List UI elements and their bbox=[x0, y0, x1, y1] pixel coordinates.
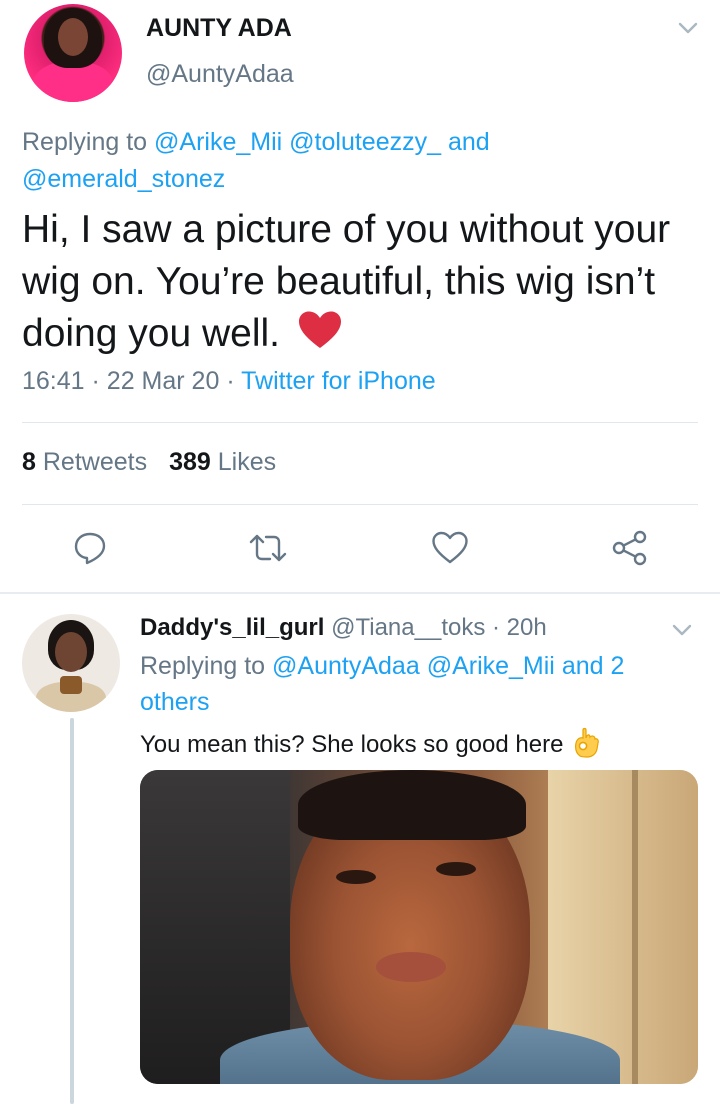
avatar[interactable] bbox=[22, 614, 120, 712]
divider bbox=[22, 422, 698, 423]
replying-to: Replying to @Arike_Mii @toluteezzy_ and … bbox=[22, 124, 582, 198]
retweets-stat[interactable]: 8 Retweets bbox=[22, 448, 147, 476]
divider bbox=[22, 504, 698, 505]
retweet-icon[interactable] bbox=[248, 525, 288, 571]
reply-tweet: Daddy's_lil_gurl @Tiana__toks · 20h Repl… bbox=[0, 594, 720, 1106]
replying-and: and bbox=[447, 128, 490, 156]
tweet-stats: 8 Retweets 389 Likes bbox=[22, 448, 276, 477]
user-handle[interactable]: @AuntyAdaa bbox=[146, 60, 294, 89]
tweet-date: 22 Mar 20 bbox=[106, 367, 220, 395]
main-tweet: AUNTY ADA @AuntyAdaa Replying to @Arike_… bbox=[0, 0, 720, 590]
tweet-text: Hi, I saw a picture of you without your … bbox=[22, 204, 702, 364]
avatar[interactable] bbox=[24, 4, 122, 102]
mention-link[interactable]: @emerald_stonez bbox=[22, 165, 225, 193]
reply-header: Daddy's_lil_gurl @Tiana__toks · 20h bbox=[140, 614, 547, 641]
mention-link[interactable]: @Arike_Mii bbox=[427, 652, 555, 680]
tweet-meta: 16:41 · 22 Mar 20 · Twitter for iPhone bbox=[22, 367, 436, 395]
chevron-down-icon[interactable] bbox=[678, 22, 698, 34]
mention-link[interactable]: @AuntyAdaa bbox=[272, 652, 420, 680]
tweet-time: 16:41 bbox=[22, 367, 85, 395]
action-bar bbox=[0, 525, 720, 571]
tweet-body: Hi, I saw a picture of you without your … bbox=[22, 208, 671, 355]
chevron-down-icon[interactable] bbox=[672, 624, 692, 636]
user-handle[interactable]: @Tiana__toks bbox=[331, 614, 485, 641]
replying-to: Replying to @AuntyAdaa @Arike_Mii and 2 … bbox=[140, 648, 680, 720]
mention-link[interactable]: @toluteezzy_ bbox=[289, 128, 441, 156]
tweet-source-link[interactable]: Twitter for iPhone bbox=[241, 367, 436, 395]
tweet-time: 20h bbox=[506, 614, 547, 641]
tweet-text: You mean this? She looks so good here bbox=[140, 726, 600, 765]
share-icon[interactable] bbox=[610, 525, 650, 571]
thread-line bbox=[70, 718, 74, 1104]
display-name[interactable]: AUNTY ADA bbox=[146, 14, 292, 43]
tweet-body: You mean this? She looks so good here bbox=[140, 731, 564, 758]
like-icon[interactable] bbox=[430, 525, 470, 571]
display-name[interactable]: Daddy's_lil_gurl bbox=[140, 614, 324, 641]
likes-stat[interactable]: 389 Likes bbox=[169, 448, 276, 476]
reply-icon[interactable] bbox=[70, 525, 110, 571]
attached-photo[interactable] bbox=[140, 770, 698, 1084]
ok-hand-emoji bbox=[574, 726, 600, 765]
replying-prefix: Replying to bbox=[22, 128, 148, 156]
mention-link[interactable]: @Arike_Mii bbox=[154, 128, 282, 156]
replying-prefix: Replying to bbox=[140, 652, 266, 680]
red-heart-emoji bbox=[297, 310, 343, 364]
